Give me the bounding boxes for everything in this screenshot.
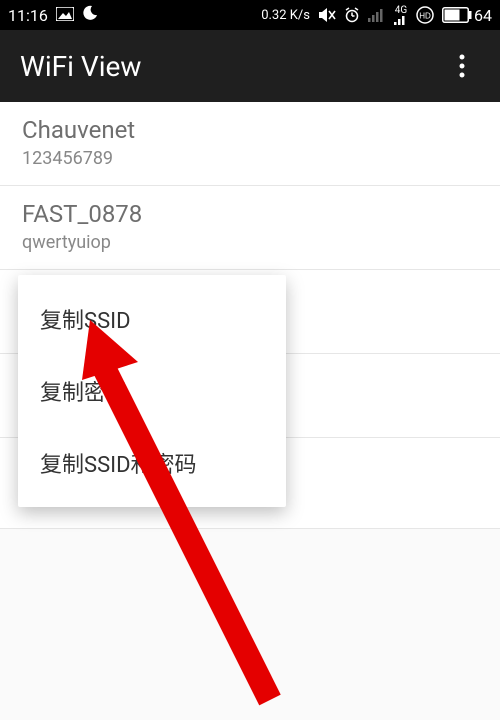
- picture-icon: [56, 6, 74, 25]
- network-speed: 0.32 K/s: [261, 8, 310, 23]
- wifi-ssid: Chauvenet: [22, 116, 478, 144]
- alarm-icon: [344, 7, 360, 23]
- wifi-ssid: FAST_0878: [22, 200, 478, 228]
- overflow-menu-button[interactable]: [444, 48, 480, 84]
- clock: 11:16: [8, 6, 48, 25]
- wifi-password: 123456789: [22, 148, 478, 169]
- context-menu: 复制SSID 复制密码 复制SSID和密码: [18, 275, 286, 507]
- wifi-password: qwertyuiop: [22, 232, 478, 253]
- menu-copy-both[interactable]: 复制SSID和密码: [18, 427, 286, 499]
- svg-text:HD: HD: [419, 12, 431, 21]
- app-bar: WiFi View: [0, 30, 500, 102]
- mute-icon: [318, 7, 336, 23]
- menu-copy-ssid[interactable]: 复制SSID: [18, 283, 286, 355]
- signal-icon: [368, 8, 386, 22]
- menu-copy-password[interactable]: 复制密码: [18, 355, 286, 427]
- wifi-item[interactable]: Chauvenet 123456789: [0, 102, 500, 186]
- status-bar: 11:16 0.32 K/s 4G HD 64: [0, 0, 500, 30]
- app-title: WiFi View: [20, 50, 141, 83]
- hd-icon: HD: [416, 6, 434, 24]
- wifi-item[interactable]: FAST_0878 qwertyuiop: [0, 186, 500, 270]
- battery-icon: 64: [442, 6, 492, 25]
- lte-icon: 4G: [394, 6, 408, 25]
- moon-icon: [82, 5, 98, 25]
